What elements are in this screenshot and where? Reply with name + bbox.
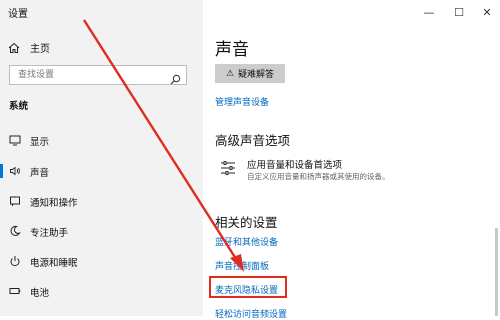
sidebar-item-label: 声音: [30, 168, 50, 179]
app-volume-description: 自定义应用音量和扬声器或其使用的设备。: [247, 172, 390, 181]
moon-icon: [9, 225, 21, 237]
sliders-icon: [219, 159, 237, 177]
related-settings-heading: 相关的设置: [215, 215, 278, 230]
sidebar-item-battery[interactable]: 电池: [0, 280, 203, 302]
app-volume-title: 应用音量和设备首选项: [247, 160, 343, 171]
search-input[interactable]: [16, 69, 170, 81]
sidebar-item-notifications[interactable]: 通知和操作: [0, 190, 203, 212]
nav-home[interactable]: 主页: [8, 40, 50, 55]
power-icon: [9, 255, 21, 267]
battery-icon: [9, 285, 21, 297]
related-link-ease-of-access-audio[interactable]: 轻松访问音频设置: [215, 307, 287, 320]
main-content: 声音 ⚠ 疑难解答 管理声音设备 高级声音选项 应用音量和设备首选项 自定义应用…: [203, 0, 500, 320]
sidebar-item-power-sleep[interactable]: 电源和睡眠: [0, 250, 203, 272]
troubleshoot-button[interactable]: ⚠ 疑难解答: [215, 64, 285, 83]
warning-icon: ⚠: [225, 68, 235, 79]
active-indicator: [0, 164, 3, 178]
page-title: 声音: [215, 40, 249, 60]
section-label-system: 系统: [9, 101, 29, 112]
sidebar-item-focus-assist[interactable]: 专注助手: [0, 220, 203, 242]
search-box[interactable]: [9, 65, 187, 85]
related-link-bluetooth[interactable]: 蓝牙和其他设备: [215, 235, 278, 248]
scrollbar[interactable]: [495, 228, 498, 316]
troubleshoot-label: 疑难解答: [238, 70, 275, 80]
manage-sound-devices-link[interactable]: 管理声音设备: [215, 95, 269, 108]
sidebar-item-label: 电池: [30, 288, 50, 299]
sidebar-item-display[interactable]: 显示: [0, 129, 203, 151]
sidebar-item-label: 通知和操作: [30, 198, 78, 209]
nav-home-label: 主页: [30, 44, 50, 55]
sidebar-item-label: 电源和睡眠: [30, 258, 78, 269]
sidebar-item-sound[interactable]: 声音: [0, 160, 203, 182]
sidebar-item-label: 专注助手: [30, 228, 69, 239]
app-volume-preferences[interactable]: 应用音量和设备首选项 自定义应用音量和扬声器或其使用的设备。: [219, 157, 489, 185]
home-icon: [8, 42, 20, 54]
sidebar: 主页 系统 显示 声音 通知和操作: [0, 0, 203, 316]
annotation-highlight-box: [209, 276, 287, 298]
related-link-sound-control-panel[interactable]: 声音控制面板: [215, 259, 269, 272]
search-icon[interactable]: [170, 70, 181, 85]
advanced-sound-heading: 高级声音选项: [215, 133, 291, 148]
speaker-icon: [9, 165, 21, 177]
window-title: 设置: [8, 9, 28, 20]
notification-icon: [9, 195, 21, 207]
monitor-icon: [9, 134, 21, 146]
settings-window: 主页 系统 显示 声音 通知和操作: [0, 0, 500, 320]
sidebar-item-label: 显示: [30, 137, 50, 148]
